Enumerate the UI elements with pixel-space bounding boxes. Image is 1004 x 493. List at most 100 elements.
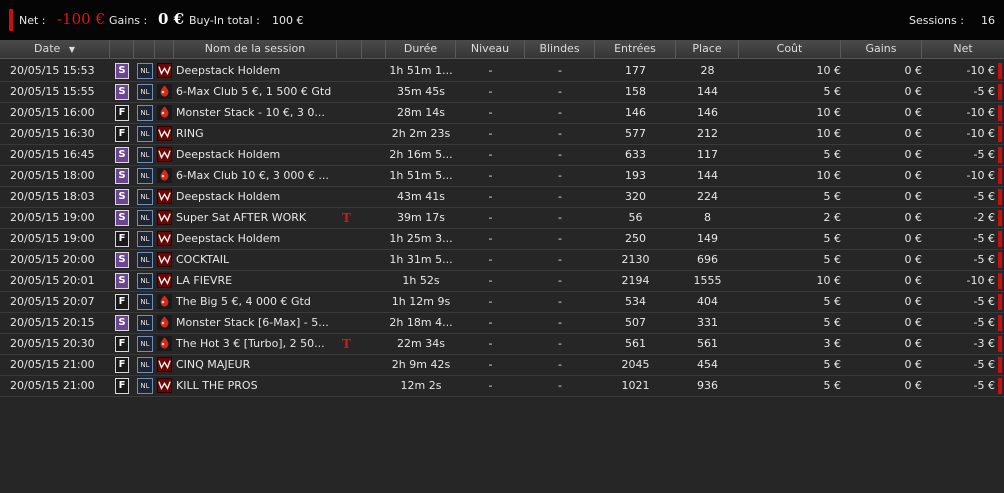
cell-place: 212 <box>697 127 718 140</box>
nolimit-badge: NL <box>137 126 153 142</box>
cell-place: 936 <box>697 379 718 392</box>
table-row[interactable]: 20/05/15 20:15 S NL Monster Stack [6-Max] -… <box>0 313 1004 334</box>
cell-place: 144 <box>697 169 718 182</box>
table-row[interactable]: 20/05/15 18:03 S NL Deepstack Holdem 43m 41s… <box>0 187 1004 208</box>
cell-duree: 2h 18m 4... <box>389 316 453 329</box>
cell-net: -10 € <box>966 64 995 77</box>
nolimit-badge: NL <box>137 231 153 247</box>
net-negative-indicator <box>998 189 1002 205</box>
cell-entrees: 250 <box>625 232 646 245</box>
net-negative-indicator <box>998 231 1002 247</box>
cell-blindes: - <box>558 106 562 119</box>
column-header-duree[interactable]: Durée <box>386 40 456 58</box>
cell-duree: 12m 2s <box>400 379 442 392</box>
column-header-place-label: Place <box>692 42 722 55</box>
game-type-badge: S <box>115 84 129 100</box>
cell-blindes: - <box>558 148 562 161</box>
cell-place: 561 <box>697 337 718 350</box>
cell-net: -10 € <box>966 169 995 182</box>
cell-session-name: KILL THE PROS <box>176 379 258 392</box>
cell-duree: 1h 51m 5... <box>389 169 453 182</box>
game-type-badge: S <box>115 210 129 226</box>
cell-net: -10 € <box>966 106 995 119</box>
column-header-place[interactable]: Place <box>676 40 739 58</box>
cell-blindes: - <box>558 211 562 224</box>
table-row[interactable]: 20/05/15 15:55 S NL 6-Max Club 5 €, 1 500 €… <box>0 82 1004 103</box>
cell-niveau: - <box>488 190 493 203</box>
winamax-room-icon <box>157 231 172 246</box>
column-header-cout[interactable]: Coût <box>739 40 841 58</box>
column-header-date-label: Date <box>34 42 61 55</box>
table-row[interactable]: 20/05/15 15:53 S NL Deepstack Holdem 1h 51m … <box>0 61 1004 82</box>
cell-blindes: - <box>558 253 562 266</box>
cell-session-name: Super Sat AFTER WORK <box>176 211 307 224</box>
winamax-room-icon <box>157 63 172 78</box>
net-value: -100 € <box>57 10 106 28</box>
table-row[interactable]: 20/05/15 20:01 S NL LA FIEVRE 1h 52s - - 2194 15… <box>0 271 1004 292</box>
column-header-extra[interactable] <box>362 40 386 58</box>
table-row[interactable]: 20/05/15 16:30 F NL RING 2h 2m 23s - - 577 212 10… <box>0 124 1004 145</box>
net-negative-indicator <box>998 63 1002 79</box>
table-row[interactable]: 20/05/15 21:00 F NL KILL THE PROS 12m 2s - - 10… <box>0 376 1004 397</box>
cell-date: 20/05/15 18:00 <box>10 169 95 182</box>
winamax-room-icon <box>157 126 172 141</box>
column-header-room[interactable] <box>155 40 174 58</box>
cell-entrees: 177 <box>625 64 646 77</box>
cell-cout: 5 € <box>823 295 842 308</box>
column-header-date[interactable]: Date ▼ <box>0 40 110 58</box>
cell-niveau: - <box>488 169 493 182</box>
cell-date: 20/05/15 15:55 <box>10 85 95 98</box>
buyin-label: Buy-In total : <box>189 14 260 27</box>
net-indicator <box>9 9 13 31</box>
column-header-entrees-label: Entrées <box>614 42 656 55</box>
column-header-cout-label: Coût <box>776 42 803 55</box>
cell-session-name: CINQ MAJEUR <box>176 358 251 371</box>
column-header-net[interactable]: Net <box>922 40 1004 58</box>
cell-blindes: - <box>558 169 562 182</box>
cell-place: 404 <box>697 295 718 308</box>
cell-date: 20/05/15 18:03 <box>10 190 95 203</box>
cell-place: 146 <box>697 106 718 119</box>
column-header-blindes-label: Blindes <box>539 42 580 55</box>
table-row[interactable]: 20/05/15 16:45 S NL Deepstack Holdem 2h 16m … <box>0 145 1004 166</box>
cell-niveau: - <box>488 379 493 392</box>
cell-date: 20/05/15 20:07 <box>10 295 95 308</box>
column-header-entrees[interactable]: Entrées <box>595 40 676 58</box>
table-row[interactable]: 20/05/15 19:00 S NL Super Sat AFTER WORK T 39… <box>0 208 1004 229</box>
column-header-name[interactable]: Nom de la session <box>174 40 337 58</box>
cell-gains: 0 € <box>904 253 923 266</box>
table-row[interactable]: 20/05/15 20:00 S NL COCKTAIL 1h 31m 5... - - 21… <box>0 250 1004 271</box>
table-row[interactable]: 20/05/15 21:00 F NL CINQ MAJEUR 2h 9m 42s - - 2… <box>0 355 1004 376</box>
cell-duree: 28m 14s <box>397 106 445 119</box>
table-row[interactable]: 20/05/15 20:30 F NL The Hot 3 € [Turbo], 2 … <box>0 334 1004 355</box>
cell-net: -5 € <box>973 379 995 392</box>
table-row[interactable]: 20/05/15 18:00 S NL 6-Max Club 10 €, 3 000 … <box>0 166 1004 187</box>
table-row[interactable]: 20/05/15 20:07 F NL The Big 5 €, 4 000 € Gt… <box>0 292 1004 313</box>
cell-duree: 39m 17s <box>397 211 445 224</box>
cell-blindes: - <box>558 64 562 77</box>
game-type-badge: F <box>115 294 129 310</box>
cell-blindes: - <box>558 379 562 392</box>
cell-net: -5 € <box>973 316 995 329</box>
cell-cout: 3 € <box>823 337 842 350</box>
table-row[interactable]: 20/05/15 16:00 F NL Monster Stack - 10 €, 3… <box>0 103 1004 124</box>
column-header-gains[interactable]: Gains <box>841 40 922 58</box>
column-header-type[interactable] <box>110 40 134 58</box>
column-header-niveau[interactable]: Niveau <box>456 40 525 58</box>
table-row[interactable]: 20/05/15 19:00 F NL Deepstack Holdem 1h 25m … <box>0 229 1004 250</box>
cell-session-name: RING <box>176 127 204 140</box>
cell-cout: 5 € <box>823 190 842 203</box>
net-negative-indicator <box>998 378 1002 394</box>
cell-blindes: - <box>558 337 562 350</box>
nolimit-badge: NL <box>137 252 153 268</box>
column-header-gains-label: Gains <box>865 42 897 55</box>
net-negative-indicator <box>998 210 1002 226</box>
column-header-blindes[interactable]: Blindes <box>525 40 595 58</box>
cell-net: -5 € <box>973 148 995 161</box>
column-header-flag[interactable] <box>337 40 362 58</box>
cell-date: 20/05/15 21:00 <box>10 379 95 392</box>
cell-place: 8 <box>704 211 711 224</box>
cell-date: 20/05/15 21:00 <box>10 358 95 371</box>
column-header-game[interactable] <box>134 40 155 58</box>
cell-gains: 0 € <box>904 274 923 287</box>
